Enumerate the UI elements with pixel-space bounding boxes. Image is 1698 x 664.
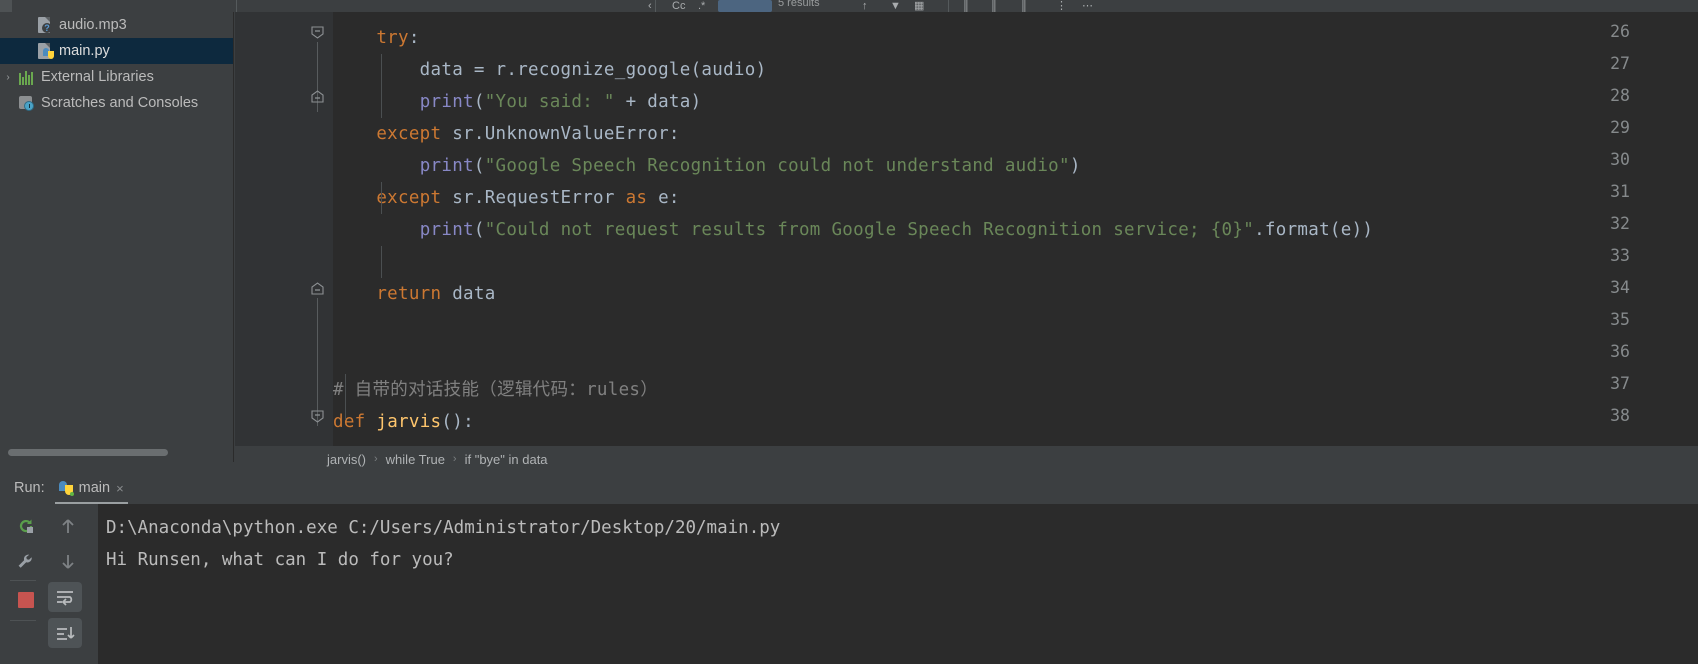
top-toolbar-strip: ‹ Cc .* 5 results ↑ ▼ ▦ ║ ║ ║ ⋮ ⋯ [0, 0, 1698, 12]
chevron-down-icon[interactable]: ▼ [890, 1, 901, 12]
filter-icon[interactable]: ↑ [862, 1, 868, 12]
up-arrow-icon[interactable] [46, 512, 90, 540]
rerun-icon[interactable] [12, 512, 40, 540]
line-number: 36 [1590, 342, 1630, 361]
line-number: 29 [1590, 118, 1630, 137]
line-number: 38 [1590, 406, 1630, 425]
wrench-settings-icon[interactable] [12, 548, 40, 576]
sidebar-horizontal-scrollbar[interactable] [8, 449, 168, 456]
library-icon [16, 68, 36, 86]
indent-guide [345, 374, 346, 420]
file-unknown-icon: ? [34, 16, 54, 34]
line-number: 26 [1590, 22, 1630, 41]
fold-collapse-icon[interactable] [311, 410, 325, 424]
line-number: 27 [1590, 54, 1630, 73]
python-icon [59, 481, 73, 495]
fold-collapse-icon[interactable] [311, 26, 325, 40]
sidebar-item-label: Scratches and Consoles [41, 95, 198, 111]
scratches-icon [16, 94, 36, 112]
run-tab-label: main [79, 480, 110, 496]
console-line: D:\Anaconda\python.exe C:/Users/Administ… [98, 512, 1698, 544]
preview-icon[interactable]: ▦ [914, 1, 924, 12]
toolbar-separator [10, 620, 36, 621]
pycharm-window: ‹ Cc .* 5 results ↑ ▼ ▦ ║ ║ ║ ⋮ ⋯ ›? audi… [0, 0, 1698, 664]
sidebar-item-label: External Libraries [41, 69, 154, 85]
code-line[interactable]: except sr.RequestError as e: [333, 182, 680, 214]
code-line[interactable]: print("Google Speech Recognition could n… [333, 150, 1081, 182]
breadcrumb-separator-icon: › [374, 453, 378, 465]
match-case-icon[interactable]: Cc [672, 1, 685, 12]
toolbar-divider-1 [236, 0, 237, 12]
line-number: 33 [1590, 246, 1630, 265]
code-line[interactable]: # 自带的对话技能（逻辑代码：rules） [333, 374, 658, 406]
code-line[interactable]: except sr.UnknownValueError: [333, 118, 680, 150]
console-left-margin [90, 504, 98, 664]
indent-guide [381, 182, 382, 214]
code-editor[interactable]: 26 try: 27 data = r.recognize_google(audi… [235, 12, 1698, 446]
code-line[interactable]: data = r.recognize_google(audio) [333, 54, 766, 86]
breadcrumb-item-2[interactable]: if "bye" in data [465, 452, 548, 467]
indent-guide [381, 246, 382, 278]
line-number: 35 [1590, 310, 1630, 329]
sidebar-item-label: audio.mp3 [59, 17, 127, 33]
console-line: Hi Runsen, what can I do for you? [98, 544, 1698, 576]
overflow-icon[interactable]: ⋯ [1082, 1, 1093, 12]
down-arrow-icon[interactable] [46, 548, 90, 576]
run-console-output[interactable]: D:\Anaconda\python.exe C:/Users/Administ… [90, 504, 1698, 664]
line-number: 32 [1590, 214, 1630, 233]
breadcrumb[interactable]: jarvis() › while True › if "bye" in data [235, 446, 1698, 472]
toolbar-separator [10, 580, 36, 581]
scroll-to-end-icon[interactable] [48, 618, 82, 648]
split-horizontal-icon[interactable]: ║ [990, 1, 998, 12]
run-tab-main[interactable]: main × [55, 477, 128, 499]
run-title: Run: [14, 480, 45, 496]
stop-icon[interactable] [12, 586, 40, 614]
sidebar-item-main-py[interactable]: ›main.py [0, 38, 233, 64]
results-count: 5 results [778, 0, 820, 9]
breadcrumb-separator-icon: › [453, 453, 457, 465]
code-line[interactable]: return data [333, 278, 496, 310]
search-field-highlight[interactable] [718, 0, 772, 12]
align-icon[interactable]: ║ [1020, 1, 1028, 12]
project-tree-panel[interactable]: ›? audio.mp3 ›main.py› External Libraries›S… [0, 12, 234, 462]
indent-guide [381, 54, 382, 118]
line-number: 34 [1590, 278, 1630, 297]
soft-wrap-icon[interactable] [48, 582, 82, 612]
code-line[interactable]: print("Could not request results from Go… [333, 214, 1373, 246]
chevron-right-icon[interactable]: › [0, 72, 16, 83]
fold-end-icon[interactable] [311, 282, 325, 296]
sidebar-item-audio-mp3[interactable]: ›?audio.mp3 [0, 12, 233, 38]
line-number: 28 [1590, 86, 1630, 105]
run-header: Run: main × [0, 472, 1698, 504]
regex-icon[interactable]: .* [698, 1, 705, 12]
line-number: 30 [1590, 150, 1630, 169]
sidebar-item-scratches-and-consoles[interactable]: ›Scratches and Consoles [0, 90, 233, 116]
sidebar-item-external-libraries[interactable]: › External Libraries [0, 64, 233, 90]
code-line[interactable]: print("You said: " + data) [333, 86, 701, 118]
run-toolbar [0, 504, 46, 664]
close-icon[interactable]: × [116, 481, 124, 496]
breadcrumb-item-0[interactable]: jarvis() [327, 452, 366, 467]
project-tree: ›? audio.mp3 ›main.py› External Libraries›S… [0, 12, 233, 116]
fold-end-icon[interactable] [311, 90, 325, 104]
toolbar-left-block [0, 0, 12, 12]
sidebar-item-label: main.py [59, 43, 110, 59]
code-line[interactable]: def jarvis(): [333, 406, 474, 438]
python-file-icon [34, 42, 54, 60]
breadcrumb-item-1[interactable]: while True [386, 452, 445, 467]
toolbar-divider-2 [655, 0, 656, 12]
split-vertical-icon[interactable]: ║ [962, 1, 970, 12]
editor-gutter[interactable] [235, 12, 333, 446]
line-number: 31 [1590, 182, 1630, 201]
code-line[interactable]: try: [333, 22, 420, 54]
back-arrow-icon[interactable]: ‹ [648, 1, 652, 12]
fold-region-line [317, 298, 318, 426]
line-number: 37 [1590, 374, 1630, 393]
more-options-icon[interactable]: ⋮ [1056, 1, 1067, 12]
toolbar-divider-3 [948, 0, 949, 12]
run-tool-window: Run: main × [0, 472, 1698, 664]
